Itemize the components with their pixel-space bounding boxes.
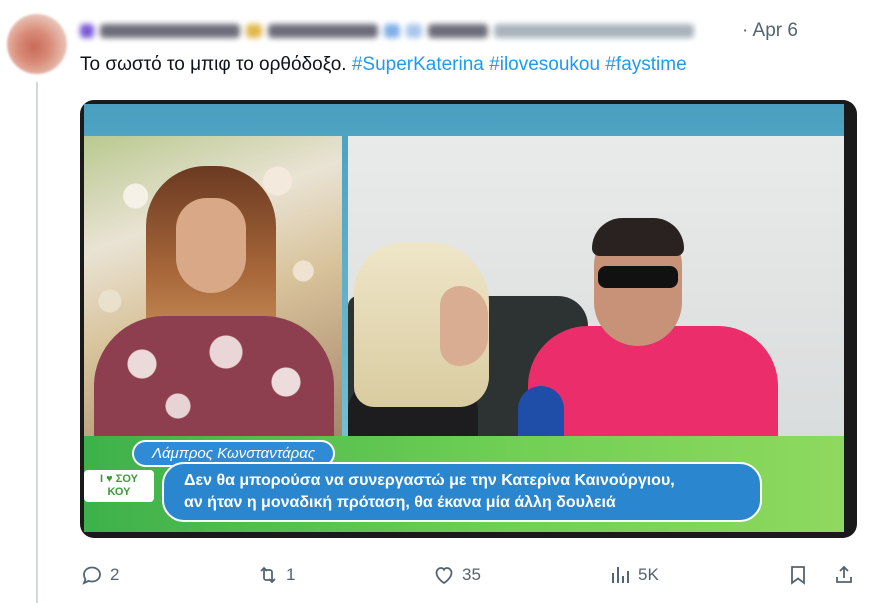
blurred-author-name[interactable] — [80, 21, 735, 41]
reply-icon — [82, 566, 101, 585]
hashtag-link[interactable]: #SuperKaterina — [352, 54, 484, 75]
show-logo: I ♥ ΣΟΥ ΚΟΥ — [84, 470, 154, 502]
hashtag-link[interactable]: #faystime — [605, 54, 686, 75]
like-button[interactable]: 35 — [432, 560, 481, 590]
studio-presenter-pane — [84, 136, 342, 436]
interview-pane — [348, 136, 844, 446]
hashtag-link[interactable]: #ilovesoukou — [489, 54, 600, 75]
post-header: · Apr 6 — [80, 18, 870, 44]
views-count: 5K — [638, 565, 659, 584]
tv-caption: Δεν θα μπορούσα να συνεργαστώ με την Κατ… — [162, 462, 762, 522]
reply-button[interactable]: 2 — [80, 560, 119, 590]
repost-icon — [260, 566, 276, 584]
repost-button[interactable]: 1 — [256, 560, 295, 590]
views-icon — [612, 567, 629, 583]
post-text-body: Το σωστό το μπιφ το ορθόδοξο. — [80, 54, 352, 75]
post-actions-bar: 2 1 35 5K — [80, 560, 860, 590]
heart-icon — [435, 567, 453, 585]
post-media-image[interactable]: Λάμπρος Κωνσταντάρας I ♥ ΣΟΥ ΚΟΥ Δεν θα … — [80, 100, 857, 538]
bookmark-button[interactable] — [786, 560, 810, 590]
share-icon — [836, 565, 852, 583]
avatar[interactable] — [7, 14, 67, 74]
views-button[interactable]: 5K — [608, 560, 659, 590]
repost-count: 1 — [286, 565, 296, 584]
share-button[interactable] — [832, 560, 856, 590]
like-count: 35 — [462, 565, 481, 584]
tv-lower-third: Λάμπρος Κωνσταντάρας I ♥ ΣΟΥ ΚΟΥ Δεν θα … — [84, 436, 844, 532]
caption-line: Δεν θα μπορούσα να συνεργαστώ με την Κατ… — [184, 472, 675, 489]
tv-screen: Λάμπρος Κωνσταντάρας I ♥ ΣΟΥ ΚΟΥ Δεν θα … — [84, 104, 844, 532]
post-text: Το σωστό το μπιφ το ορθόδοξο. #SuperKate… — [80, 54, 687, 76]
post-date[interactable]: · Apr 6 — [742, 20, 798, 42]
reply-count: 2 — [110, 565, 120, 584]
bookmark-icon — [791, 566, 805, 585]
caption-line: αν ήταν η μοναδική πρόταση, θα έκανα μία… — [184, 494, 616, 511]
thread-line — [36, 82, 38, 603]
